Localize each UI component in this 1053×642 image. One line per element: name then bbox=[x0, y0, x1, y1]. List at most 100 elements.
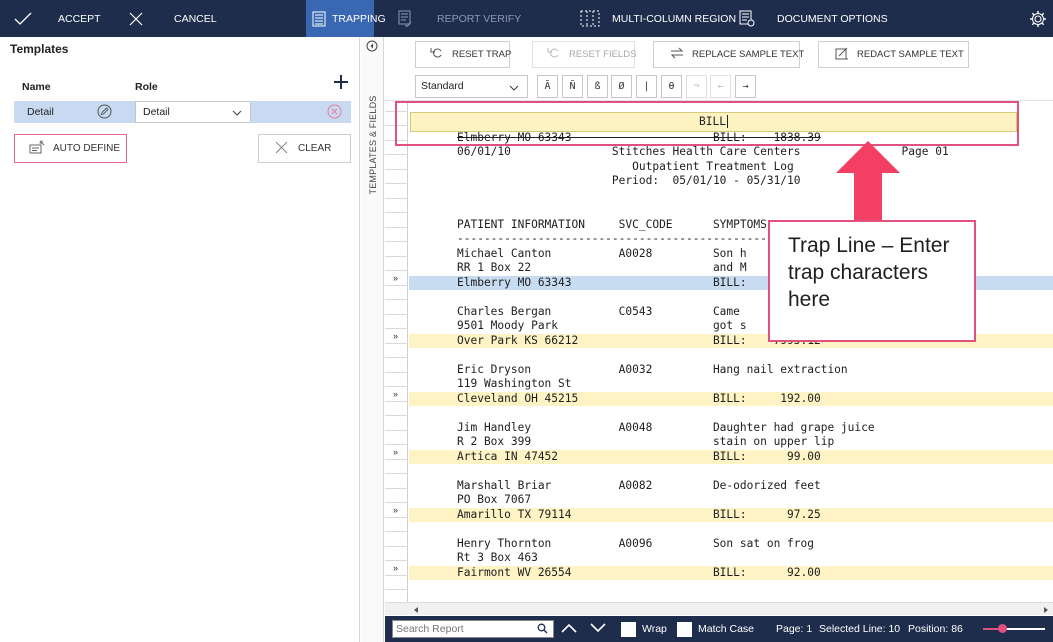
report-line[interactable]: Rt 3 Box 463 bbox=[457, 551, 538, 565]
trap-value: BILL bbox=[699, 115, 726, 128]
gutter-line bbox=[385, 183, 408, 184]
report-line[interactable]: R 2 Box 399 stain on upper lip bbox=[457, 435, 834, 449]
line-marker[interactable]: » bbox=[393, 389, 398, 399]
replace-sample-text-button[interactable]: REPLACE SAMPLE TEXT bbox=[653, 41, 804, 68]
templates-fields-tab[interactable]: TEMPLATES & FIELDS bbox=[361, 37, 384, 642]
redact-sample-text-button[interactable]: REDACT SAMPLE TEXT bbox=[818, 41, 969, 68]
report-line[interactable]: Outpatient Treatment Log bbox=[457, 160, 794, 174]
trap-line-callout: Trap Line – Enter trap characters here bbox=[768, 220, 976, 342]
templates-title: Templates bbox=[10, 42, 69, 56]
font-select[interactable]: Standard bbox=[415, 75, 528, 98]
report-line[interactable]: Elmberry MO 63343 BILL: bbox=[457, 276, 747, 290]
role-select[interactable]: Detail bbox=[135, 101, 251, 123]
search-input[interactable] bbox=[396, 622, 526, 636]
add-template-button[interactable] bbox=[333, 74, 349, 90]
tab-report-verify[interactable]: REPORT VERIFY bbox=[398, 0, 521, 37]
search-icon[interactable] bbox=[537, 623, 548, 637]
gutter-line bbox=[385, 154, 408, 155]
insert-char-n-tilde[interactable]: Ñ bbox=[562, 75, 583, 98]
selected-line-indicator: Selected Line: 10 bbox=[819, 623, 901, 635]
report-line[interactable]: Jim Handley A0048 Daughter had grape jui… bbox=[457, 421, 875, 435]
gutter-line bbox=[385, 197, 408, 199]
trap-line-input[interactable]: BILL bbox=[410, 112, 1017, 132]
cancel-button[interactable]: CANCEL bbox=[128, 0, 217, 37]
report-line[interactable]: Marshall Briar A0082 De-odorized feet bbox=[457, 479, 821, 493]
accept-button[interactable]: ACCEPT bbox=[14, 0, 101, 37]
report-line[interactable]: 119 Washington St bbox=[457, 377, 572, 391]
cancel-label: CANCEL bbox=[174, 12, 217, 25]
report-line[interactable]: Charles Bergan C0543 Came bbox=[457, 305, 740, 319]
trap-tools: RESET TRAP RESET FIELDS REPLACE SAMPLE T… bbox=[385, 37, 1053, 101]
collapse-panel-icon[interactable] bbox=[366, 40, 378, 55]
wrap-checkbox[interactable]: Wrap bbox=[621, 616, 667, 642]
line-marker[interactable]: » bbox=[393, 563, 398, 573]
gutter-line bbox=[385, 226, 408, 228]
insert-char-pipe[interactable]: | bbox=[636, 75, 657, 98]
insert-char-left-arrow[interactable]: ← bbox=[710, 75, 731, 98]
insert-char-a-tilde[interactable]: Ã bbox=[537, 75, 558, 98]
gutter-line bbox=[385, 473, 408, 474]
horizontal-scrollbar[interactable] bbox=[385, 602, 1053, 615]
wrap-checkbox-box[interactable] bbox=[621, 621, 636, 637]
line-marker[interactable]: » bbox=[393, 447, 398, 457]
report-line[interactable]: Eric Dryson A0032 Hang nail extraction bbox=[457, 363, 848, 377]
line-marker[interactable]: » bbox=[393, 273, 398, 283]
report-line[interactable]: Henry Thornton A0096 Son sat on frog bbox=[457, 537, 814, 551]
gutter-line bbox=[385, 255, 408, 257]
insert-char-theta[interactable]: θ bbox=[661, 75, 682, 98]
top-toolbar: ACCEPT CANCEL TRAPPING REPORT VERIFY MUL… bbox=[0, 0, 1053, 37]
clear-button[interactable]: CLEAR bbox=[258, 134, 351, 163]
report-line[interactable]: Cleveland OH 45215 BILL: 192.00 bbox=[457, 392, 821, 406]
document-options-icon bbox=[739, 10, 755, 27]
auto-define-label: AUTO DEFINE bbox=[53, 143, 121, 154]
match-case-checkbox[interactable]: Match Case bbox=[677, 616, 754, 642]
gutter-line bbox=[385, 487, 408, 489]
chevron-down-icon bbox=[509, 83, 519, 95]
report-line[interactable]: Fairmont WV 26554 BILL: 92.00 bbox=[457, 566, 821, 580]
insert-char-sharp-s[interactable]: ß bbox=[587, 75, 608, 98]
match-case-checkbox-box[interactable] bbox=[677, 621, 692, 637]
gutter-line bbox=[385, 531, 408, 532]
zoom-slider[interactable] bbox=[983, 624, 1045, 633]
insert-char-right-arrow[interactable]: → bbox=[735, 75, 756, 98]
report-line[interactable]: Michael Canton A0028 Son h bbox=[457, 247, 747, 261]
search-box[interactable] bbox=[392, 620, 554, 638]
tab-trapping[interactable]: TRAPPING bbox=[306, 0, 386, 37]
columns-icon bbox=[580, 10, 600, 27]
tab-multi-column-region[interactable]: MULTI-COLUMN REGION bbox=[580, 0, 736, 37]
pointer-arrow-icon bbox=[836, 141, 900, 221]
text-cursor bbox=[726, 115, 728, 128]
chevron-up-icon bbox=[561, 623, 577, 636]
settings-button[interactable] bbox=[1029, 0, 1047, 37]
gutter-line bbox=[385, 371, 408, 373]
edit-template-button[interactable] bbox=[97, 104, 112, 122]
tab-document-options-label: DOCUMENT OPTIONS bbox=[777, 12, 888, 25]
reset-trap-label: RESET TRAP bbox=[452, 49, 512, 60]
reset-fields-button[interactable]: RESET FIELDS bbox=[532, 41, 636, 68]
report-view[interactable]: »»»»»» Elmberry MO 63343 BILL: 1838.39 06… bbox=[385, 101, 1053, 602]
line-marker[interactable]: » bbox=[393, 331, 398, 341]
template-row[interactable]: Detail Detail bbox=[14, 101, 351, 123]
auto-define-button[interactable]: AUTO DEFINE bbox=[14, 134, 127, 163]
report-line[interactable]: 9501 Moody Park got s bbox=[457, 319, 747, 333]
role-column-header: Role bbox=[135, 81, 158, 93]
search-prev-button[interactable] bbox=[561, 616, 577, 642]
zoom-slider-thumb[interactable] bbox=[997, 624, 1007, 633]
report-line[interactable]: Over Park KS 66212 BILL: 7995.12 bbox=[457, 334, 821, 348]
report-line[interactable]: PO Box 7067 bbox=[457, 493, 531, 507]
report-line[interactable]: Amarillo TX 79114 BILL: 97.25 bbox=[457, 508, 821, 522]
match-case-label: Match Case bbox=[698, 623, 755, 635]
redact-sample-label: REDACT SAMPLE TEXT bbox=[857, 49, 964, 60]
delete-template-button[interactable] bbox=[327, 104, 342, 122]
insert-char-not[interactable]: ¬ bbox=[686, 75, 707, 98]
report-line[interactable]: Period: 05/01/10 - 05/31/10 bbox=[457, 174, 801, 188]
tab-report-verify-label: REPORT VERIFY bbox=[437, 12, 522, 25]
position-indicator: Position: 86 bbox=[908, 623, 963, 635]
line-marker[interactable]: » bbox=[393, 505, 398, 515]
tab-document-options[interactable]: DOCUMENT OPTIONS bbox=[739, 0, 888, 37]
reset-trap-button[interactable]: RESET TRAP bbox=[415, 41, 512, 68]
report-line[interactable]: RR 1 Box 22 and M bbox=[457, 261, 747, 275]
insert-char-o-slash[interactable]: Ø bbox=[611, 75, 632, 98]
search-next-button[interactable] bbox=[590, 616, 606, 642]
report-line[interactable]: Artica IN 47452 BILL: 99.00 bbox=[457, 450, 821, 464]
